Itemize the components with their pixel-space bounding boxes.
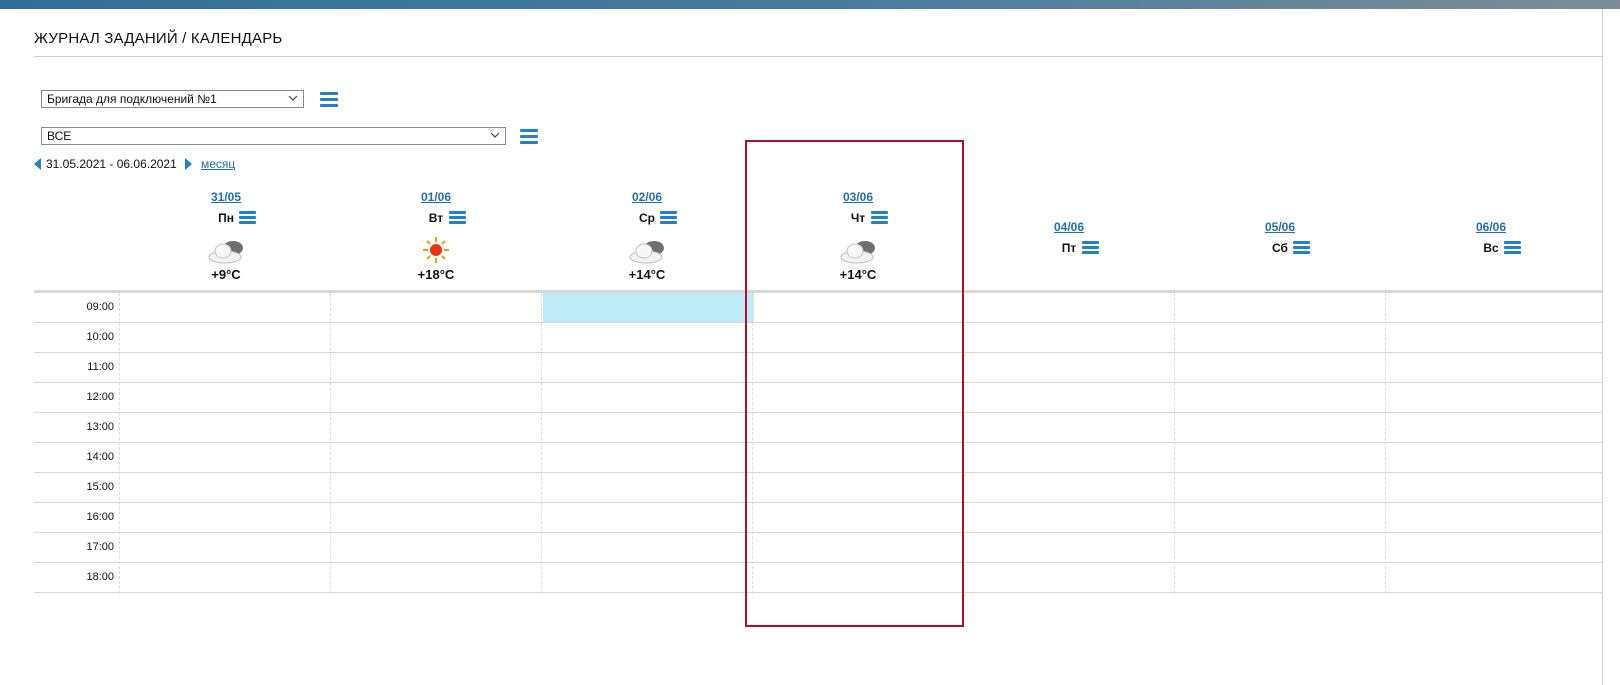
day-name: Вс: [1483, 241, 1499, 255]
day-header-mon: 31/05 Пн +9°C: [126, 188, 326, 282]
hour-row[interactable]: 16:00: [34, 503, 1602, 533]
brigade-menu-icon[interactable]: [320, 92, 338, 107]
brigade-select-value: Бригада для подключений №1: [47, 92, 217, 106]
day-temperature: +9°C: [211, 267, 241, 282]
day-temperature: +18°C: [417, 267, 455, 282]
day-menu-icon[interactable]: [660, 211, 677, 224]
day-menu-icon[interactable]: [239, 211, 256, 224]
hour-row[interactable]: 17:00: [34, 533, 1602, 563]
prev-week-arrow-icon[interactable]: [34, 158, 41, 170]
day-date-link[interactable]: 06/06: [1476, 220, 1506, 234]
day-temperature: +14°C: [839, 267, 877, 282]
hour-label: 17:00: [86, 541, 114, 553]
brigade-select[interactable]: Бригада для подключений №1: [41, 90, 304, 108]
day-menu-icon[interactable]: [1293, 241, 1310, 254]
chevron-down-icon: [490, 132, 500, 138]
day-date-link[interactable]: 04/06: [1054, 220, 1084, 234]
page-right-border: [1602, 9, 1603, 685]
day-column-divider: [541, 293, 542, 594]
hour-label: 15:00: [86, 481, 114, 493]
task-type-select-value: ВСЕ: [47, 129, 72, 143]
day-date-link[interactable]: 05/06: [1265, 220, 1295, 234]
chevron-down-icon: [288, 95, 298, 101]
day-header-sun: 06/06 Вс: [1391, 218, 1591, 255]
day-menu-icon[interactable]: [871, 211, 888, 224]
hour-label: 14:00: [86, 451, 114, 463]
day-name: Чт: [850, 211, 866, 225]
hour-row[interactable]: 15:00: [34, 473, 1602, 503]
hour-label: 16:00: [86, 511, 114, 523]
hour-label: 18:00: [86, 571, 114, 583]
hour-row[interactable]: 09:00: [34, 293, 1602, 323]
day-header-fri: 04/06 Пт: [969, 218, 1169, 255]
hour-label: 11:00: [87, 361, 114, 373]
title-divider: [34, 56, 1602, 57]
day-column-divider: [963, 293, 964, 594]
day-header-thu: 03/06 Чт +14°C: [758, 188, 958, 282]
hour-row[interactable]: 12:00: [34, 383, 1602, 413]
day-column-divider: [752, 293, 753, 594]
cloudy-weather-icon: [624, 235, 670, 265]
month-view-link[interactable]: месяц: [201, 157, 235, 171]
day-name: Ср: [639, 211, 655, 225]
day-column-divider: [330, 293, 331, 594]
hour-label: 10:00: [86, 331, 114, 343]
day-name: Пн: [218, 211, 234, 225]
day-name: Пт: [1061, 241, 1077, 255]
day-name: Вт: [428, 211, 444, 225]
day-name: Сб: [1272, 241, 1288, 255]
day-header-tue: 01/06 Вт +18°C: [336, 188, 536, 282]
day-column-divider: [119, 293, 120, 594]
hour-row[interactable]: 11:00: [34, 353, 1602, 383]
day-menu-icon[interactable]: [449, 211, 466, 224]
cloudy-weather-icon: [835, 235, 881, 265]
day-date-link[interactable]: 01/06: [421, 190, 451, 204]
hour-row[interactable]: 18:00: [34, 563, 1602, 593]
day-column-divider: [1174, 293, 1175, 594]
hour-row[interactable]: 10:00: [34, 323, 1602, 353]
day-header-sat: 05/06 Сб: [1180, 218, 1380, 255]
hour-label: 13:00: [86, 421, 114, 433]
day-date-link[interactable]: 31/05: [211, 190, 241, 204]
page-title: ЖУРНАЛ ЗАДАНИЙ / КАЛЕНДАРЬ: [34, 30, 283, 47]
hour-label: 09:00: [86, 301, 114, 313]
day-temperature: +14°C: [628, 267, 666, 282]
next-week-arrow-icon[interactable]: [185, 158, 192, 170]
day-column-divider: [1385, 293, 1386, 594]
task-type-select[interactable]: ВСЕ: [41, 127, 506, 145]
top-accent-bar: [0, 0, 1620, 9]
day-menu-icon[interactable]: [1504, 241, 1521, 254]
day-menu-icon[interactable]: [1082, 241, 1099, 254]
hour-label: 12:00: [86, 391, 114, 403]
cloudy-weather-icon: [203, 235, 249, 265]
week-range: 31.05.2021 - 06.06.2021: [46, 157, 177, 171]
day-date-link[interactable]: 02/06: [632, 190, 662, 204]
sunny-weather-icon: [413, 235, 459, 265]
day-date-link[interactable]: 03/06: [843, 190, 873, 204]
hour-row[interactable]: 13:00: [34, 413, 1602, 443]
day-header-wed: 02/06 Ср +14°C: [547, 188, 747, 282]
task-type-menu-icon[interactable]: [520, 129, 538, 144]
hour-row[interactable]: 14:00: [34, 443, 1602, 473]
